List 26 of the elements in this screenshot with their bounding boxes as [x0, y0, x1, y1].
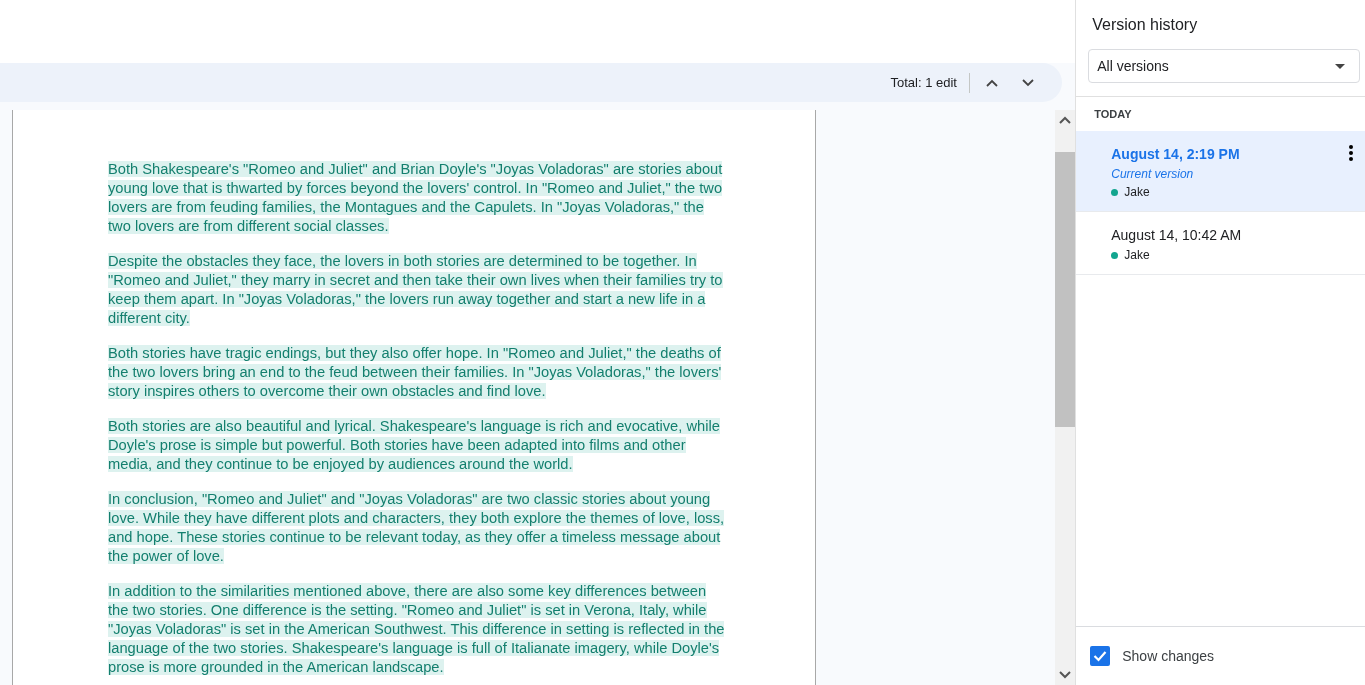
version-time: August 14, 2:19 PM	[1111, 145, 1241, 163]
panel-title: Version history	[1091, 15, 1199, 35]
show-changes-label: Show changes	[1122, 648, 1215, 664]
inserted-paragraph: Both stories are also beautiful and lyrical. Shakespeare's language is rich and evocative, while Doyle's prose is simple but powerful. Both stories have been adapted into films and other media, and they continue to be enjoyed by audiences around the world.	[108, 417, 721, 474]
inserted-paragraph: Despite the obstacles they face, the lovers in both stories are determined to be together. In "Romeo and Juliet," they marry in secret and then take their own lives when their families try to keep them apart. In "Joyas Voladoras," the lovers run away together and start a new life in a different city.	[108, 252, 724, 328]
inserted-paragraph: Both Shakespeare's "Romeo and Juliet" and Brian Doyle's "Joyas Voladoras" are stories about young love that is thwarted by forces beyond the lovers' control. In "Romeo and Juliet," the two lovers are from feuding families, the Montagues and the Capulets. In "Joyas Voladoras," the two lovers are from different social classes.	[108, 160, 724, 236]
scrollbar[interactable]	[1055, 110, 1076, 685]
author-name: Jake	[1124, 248, 1150, 262]
show-changes-checkbox[interactable]	[1090, 646, 1111, 666]
inserted-paragraph: In addition to the similarities mentioned above, there are also some key differences between the two stories. One difference is the setting. "Romeo and Juliet" is set in Verona, Italy, while "Joyas Voladoras" is set in the American Southwest. This difference in setting is reflected in the language of the two stories. Shakespeare's language is full of Italianate imagery, while Doyle's prose is more grounded in the American landscape.	[108, 582, 726, 677]
version-item[interactable]: August 14, 10:42 AM Jake	[1076, 212, 1365, 275]
version-note: Current version	[1111, 167, 1195, 181]
chevron-down-icon	[1022, 78, 1034, 87]
scroll-up-icon[interactable]	[1059, 116, 1072, 124]
scrollbar-thumb[interactable]	[1055, 152, 1076, 427]
version-filter-dropdown[interactable]: All versions	[1088, 49, 1360, 83]
chevron-up-icon	[986, 78, 998, 87]
dropdown-arrow-icon	[1335, 63, 1345, 69]
inserted-paragraph: Both stories have tragic endings, but they also offer hope. In "Romeo and Juliet," the deaths of the two lovers bring an end to the feud between their families. In "Joyas Voladoras," the lovers' story inspires others to overcome their own obstacles and find love.	[108, 344, 723, 401]
version-item[interactable]: August 14, 2:19 PM Current version Jake	[1076, 131, 1365, 212]
scroll-down-icon[interactable]	[1059, 671, 1072, 679]
version-time: August 14, 10:42 AM	[1111, 226, 1243, 244]
edit-count: Total: 1 edit	[890, 75, 957, 90]
inserted-paragraph: In conclusion, "Romeo and Juliet" and "Joyas Voladoras" are two classic stories about young love. While they have different plots and characters, they both explore the themes of love, loss, and hope. These stories continue to be relevant today, as they offer a timeless message about the power of love.	[108, 490, 726, 566]
more-options-icon[interactable]	[1349, 145, 1353, 161]
author-name: Jake	[1124, 185, 1150, 199]
